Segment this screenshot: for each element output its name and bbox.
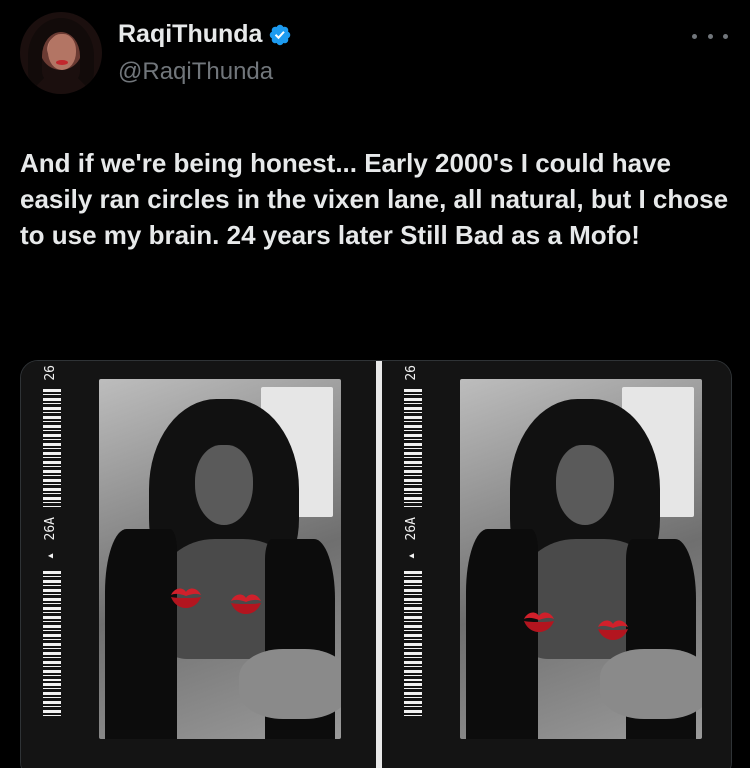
display-name-text[interactable]: RaqiThunda xyxy=(118,20,262,49)
user-handle[interactable]: @RaqiThunda xyxy=(118,58,273,86)
display-name[interactable]: RaqiThunda xyxy=(118,20,292,49)
photo xyxy=(99,379,341,739)
tweet-media[interactable]: 26 ▸ 26A 26 ▸ 26A xyxy=(20,360,732,768)
kiss-emoji-icon xyxy=(524,612,554,632)
film-edge: 26 ▸ 26A xyxy=(29,361,85,768)
more-options-icon[interactable] xyxy=(692,28,728,44)
kiss-emoji-icon xyxy=(171,588,201,608)
tweet-text: And if we're being honest... Early 2000'… xyxy=(20,148,729,250)
edge-label-mid: ▸ 26A xyxy=(404,517,419,564)
photo xyxy=(460,379,702,739)
verified-badge-icon xyxy=(270,24,291,45)
film-frame-left: 26 ▸ 26A xyxy=(21,361,376,768)
kiss-emoji-icon xyxy=(231,594,261,614)
kiss-emoji-icon xyxy=(598,620,628,640)
edge-label-mid: ▸ 26A xyxy=(43,517,58,564)
edge-label-top: 26 xyxy=(43,365,58,381)
edge-label-top: 26 xyxy=(404,365,419,381)
film-edge: 26 ▸ 26A xyxy=(390,361,446,768)
film-frame-right: 26 ▸ 26A xyxy=(382,361,731,768)
avatar[interactable] xyxy=(20,12,102,94)
